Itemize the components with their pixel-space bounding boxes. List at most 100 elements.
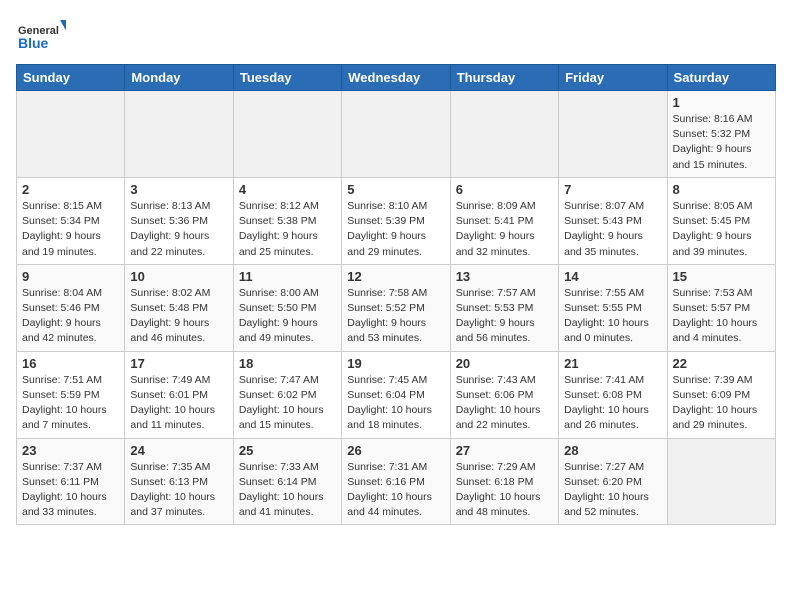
calendar-week-row: 16 Sunrise: 7:51 AM Sunset: 5:59 PM Dayli… — [17, 351, 776, 438]
day-info: Sunrise: 7:47 AM Sunset: 6:02 PM Dayligh… — [239, 373, 336, 434]
calendar-cell — [667, 438, 775, 525]
calendar-cell: 5 Sunrise: 8:10 AM Sunset: 5:39 PM Daylig… — [342, 177, 450, 264]
day-number: 11 — [239, 269, 336, 284]
calendar-cell — [17, 91, 125, 178]
day-number: 25 — [239, 443, 336, 458]
day-info: Sunrise: 7:31 AM Sunset: 6:16 PM Dayligh… — [347, 460, 444, 521]
day-info: Sunrise: 7:45 AM Sunset: 6:04 PM Dayligh… — [347, 373, 444, 434]
day-number: 26 — [347, 443, 444, 458]
day-number: 20 — [456, 356, 553, 371]
calendar-cell: 20 Sunrise: 7:43 AM Sunset: 6:06 PM Dayli… — [450, 351, 558, 438]
day-number: 28 — [564, 443, 661, 458]
weekday-header: Saturday — [667, 65, 775, 91]
weekday-header: Thursday — [450, 65, 558, 91]
calendar-week-row: 2 Sunrise: 8:15 AM Sunset: 5:34 PM Daylig… — [17, 177, 776, 264]
day-number: 5 — [347, 182, 444, 197]
day-number: 9 — [22, 269, 119, 284]
weekday-header: Sunday — [17, 65, 125, 91]
weekday-header: Tuesday — [233, 65, 341, 91]
logo: General Blue — [16, 16, 66, 56]
day-info: Sunrise: 7:57 AM Sunset: 5:53 PM Dayligh… — [456, 286, 553, 347]
calendar-cell — [342, 91, 450, 178]
calendar-cell: 27 Sunrise: 7:29 AM Sunset: 6:18 PM Dayli… — [450, 438, 558, 525]
calendar-cell: 25Sunrise: 7:33 AM Sunset: 6:14 PM Dayli… — [233, 438, 341, 525]
calendar-cell — [233, 91, 341, 178]
logo-svg: General Blue — [16, 16, 66, 56]
day-info: Sunrise: 7:51 AM Sunset: 5:59 PM Dayligh… — [22, 373, 119, 434]
day-info: Sunrise: 7:58 AM Sunset: 5:52 PM Dayligh… — [347, 286, 444, 347]
calendar-cell: 4 Sunrise: 8:12 AM Sunset: 5:38 PM Daylig… — [233, 177, 341, 264]
day-info: Sunrise: 7:49 AM Sunset: 6:01 PM Dayligh… — [130, 373, 227, 434]
day-number: 2 — [22, 182, 119, 197]
weekday-header: Wednesday — [342, 65, 450, 91]
calendar-cell: 26 Sunrise: 7:31 AM Sunset: 6:16 PM Dayli… — [342, 438, 450, 525]
weekday-header: Friday — [559, 65, 667, 91]
day-info: Sunrise: 8:02 AM Sunset: 5:48 PM Dayligh… — [130, 286, 227, 347]
weekday-header: Monday — [125, 65, 233, 91]
calendar-cell: 18 Sunrise: 7:47 AM Sunset: 6:02 PM Dayli… — [233, 351, 341, 438]
day-info: Sunrise: 7:39 AM Sunset: 6:09 PM Dayligh… — [673, 373, 770, 434]
day-number: 15 — [673, 269, 770, 284]
day-info: Sunrise: 8:16 AM Sunset: 5:32 PM Dayligh… — [673, 112, 770, 173]
day-number: 13 — [456, 269, 553, 284]
calendar-table: SundayMondayTuesdayWednesdayThursdayFrid… — [16, 64, 776, 525]
calendar-cell: 28 Sunrise: 7:27 AM Sunset: 6:20 PM Dayli… — [559, 438, 667, 525]
day-info: Sunrise: 8:10 AM Sunset: 5:39 PM Dayligh… — [347, 199, 444, 260]
calendar-cell: 14Sunrise: 7:55 AM Sunset: 5:55 PM Dayli… — [559, 264, 667, 351]
day-number: 4 — [239, 182, 336, 197]
calendar-cell: 8Sunrise: 8:05 AM Sunset: 5:45 PM Daylig… — [667, 177, 775, 264]
day-info: Sunrise: 8:15 AM Sunset: 5:34 PM Dayligh… — [22, 199, 119, 260]
day-number: 23 — [22, 443, 119, 458]
day-number: 12 — [347, 269, 444, 284]
day-number: 1 — [673, 95, 770, 110]
calendar-cell: 10 Sunrise: 8:02 AM Sunset: 5:48 PM Dayli… — [125, 264, 233, 351]
calendar-week-row: 9 Sunrise: 8:04 AM Sunset: 5:46 PM Daylig… — [17, 264, 776, 351]
calendar-cell: 22 Sunrise: 7:39 AM Sunset: 6:09 PM Dayli… — [667, 351, 775, 438]
day-number: 14 — [564, 269, 661, 284]
calendar-cell: 15 Sunrise: 7:53 AM Sunset: 5:57 PM Dayli… — [667, 264, 775, 351]
calendar-week-row: 1 Sunrise: 8:16 AM Sunset: 5:32 PM Daylig… — [17, 91, 776, 178]
svg-text:Blue: Blue — [18, 35, 49, 51]
day-number: 19 — [347, 356, 444, 371]
day-info: Sunrise: 7:43 AM Sunset: 6:06 PM Dayligh… — [456, 373, 553, 434]
calendar-cell: 19 Sunrise: 7:45 AM Sunset: 6:04 PM Dayli… — [342, 351, 450, 438]
calendar-cell: 17 Sunrise: 7:49 AM Sunset: 6:01 PM Dayli… — [125, 351, 233, 438]
day-info: Sunrise: 7:37 AM Sunset: 6:11 PM Dayligh… — [22, 460, 119, 521]
day-number: 27 — [456, 443, 553, 458]
calendar-cell: 9 Sunrise: 8:04 AM Sunset: 5:46 PM Daylig… — [17, 264, 125, 351]
calendar-cell: 23 Sunrise: 7:37 AM Sunset: 6:11 PM Dayli… — [17, 438, 125, 525]
calendar-cell: 2 Sunrise: 8:15 AM Sunset: 5:34 PM Daylig… — [17, 177, 125, 264]
day-number: 17 — [130, 356, 227, 371]
day-info: Sunrise: 8:05 AM Sunset: 5:45 PM Dayligh… — [673, 199, 770, 260]
day-info: Sunrise: 8:12 AM Sunset: 5:38 PM Dayligh… — [239, 199, 336, 260]
day-number: 22 — [673, 356, 770, 371]
day-number: 24 — [130, 443, 227, 458]
day-number: 16 — [22, 356, 119, 371]
calendar-cell: 6 Sunrise: 8:09 AM Sunset: 5:41 PM Daylig… — [450, 177, 558, 264]
calendar-cell: 11 Sunrise: 8:00 AM Sunset: 5:50 PM Dayli… — [233, 264, 341, 351]
calendar-week-row: 23 Sunrise: 7:37 AM Sunset: 6:11 PM Dayli… — [17, 438, 776, 525]
day-info: Sunrise: 7:27 AM Sunset: 6:20 PM Dayligh… — [564, 460, 661, 521]
calendar-cell — [559, 91, 667, 178]
page-header: General Blue — [16, 16, 776, 56]
calendar-header-row: SundayMondayTuesdayWednesdayThursdayFrid… — [17, 65, 776, 91]
day-number: 21 — [564, 356, 661, 371]
day-info: Sunrise: 7:53 AM Sunset: 5:57 PM Dayligh… — [673, 286, 770, 347]
calendar-cell: 1 Sunrise: 8:16 AM Sunset: 5:32 PM Daylig… — [667, 91, 775, 178]
calendar-cell: 24 Sunrise: 7:35 AM Sunset: 6:13 PM Dayli… — [125, 438, 233, 525]
day-info: Sunrise: 7:29 AM Sunset: 6:18 PM Dayligh… — [456, 460, 553, 521]
calendar-cell — [450, 91, 558, 178]
calendar-cell: 12 Sunrise: 7:58 AM Sunset: 5:52 PM Dayli… — [342, 264, 450, 351]
day-info: Sunrise: 8:00 AM Sunset: 5:50 PM Dayligh… — [239, 286, 336, 347]
day-info: Sunrise: 7:35 AM Sunset: 6:13 PM Dayligh… — [130, 460, 227, 521]
day-number: 6 — [456, 182, 553, 197]
day-number: 7 — [564, 182, 661, 197]
day-number: 18 — [239, 356, 336, 371]
day-number: 10 — [130, 269, 227, 284]
day-number: 3 — [130, 182, 227, 197]
calendar-cell: 3 Sunrise: 8:13 AM Sunset: 5:36 PM Daylig… — [125, 177, 233, 264]
day-info: Sunrise: 8:13 AM Sunset: 5:36 PM Dayligh… — [130, 199, 227, 260]
day-info: Sunrise: 8:09 AM Sunset: 5:41 PM Dayligh… — [456, 199, 553, 260]
calendar-cell: 21Sunrise: 7:41 AM Sunset: 6:08 PM Dayli… — [559, 351, 667, 438]
day-info: Sunrise: 8:04 AM Sunset: 5:46 PM Dayligh… — [22, 286, 119, 347]
